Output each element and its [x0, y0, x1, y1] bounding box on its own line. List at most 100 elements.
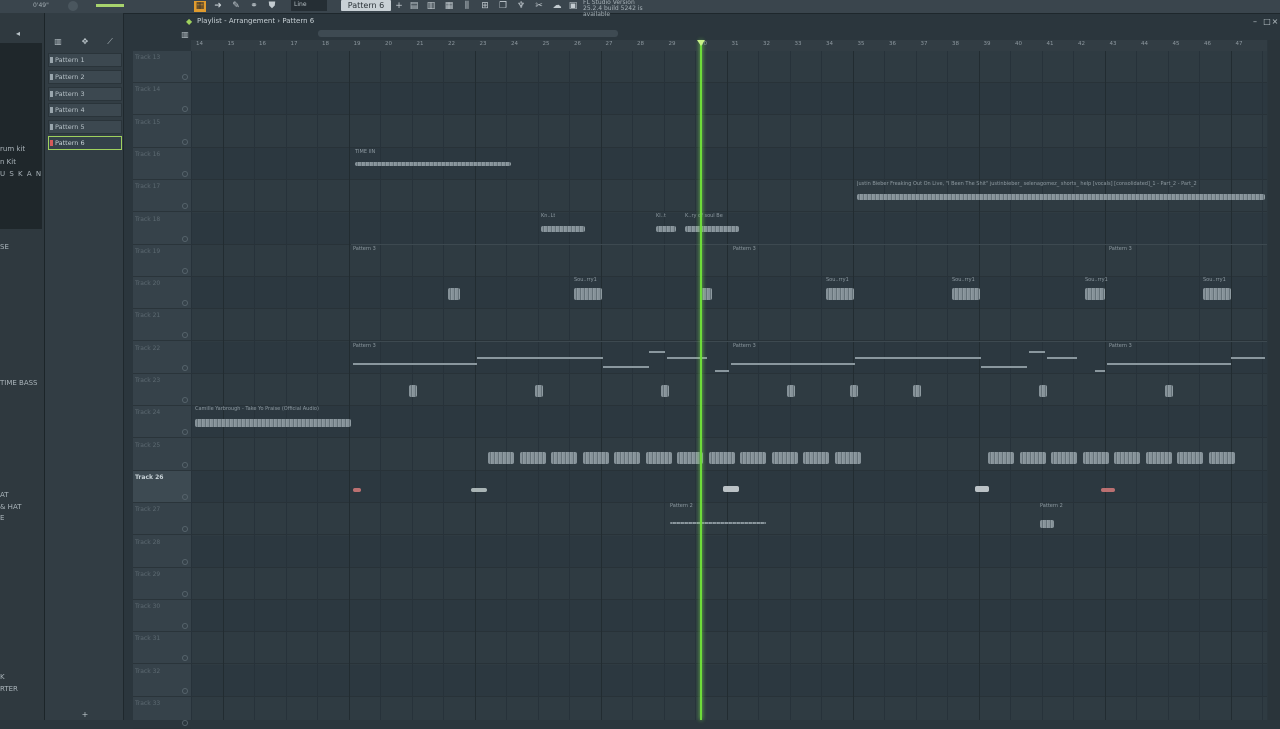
audio-clip[interactable] [1081, 438, 1111, 468]
track-header[interactable]: Track 27 [133, 503, 191, 536]
audio-clip[interactable] [722, 470, 740, 500]
minimize-icon[interactable]: – [1250, 17, 1260, 26]
playlist-icon[interactable]: ▤ [408, 1, 420, 12]
audio-clip[interactable] [612, 438, 642, 468]
track-mute-icon[interactable] [182, 106, 188, 113]
track-header[interactable]: Track 28 [133, 536, 191, 568]
track-header[interactable]: Track 16 [133, 148, 191, 180]
track-header[interactable]: Track 33 [133, 697, 191, 729]
audio-clip[interactable]: Sou..rry1 [1201, 276, 1233, 306]
track-mute-icon[interactable] [182, 74, 188, 80]
playhead-marker-icon[interactable] [697, 40, 705, 46]
track-header[interactable]: Track 25 [133, 439, 191, 471]
audio-clip[interactable]: K..ry of soul Be [683, 212, 741, 242]
horizontal-scrollbar[interactable] [318, 30, 618, 37]
track-mute-icon[interactable] [182, 267, 188, 274]
browser-item[interactable]: & HAT [0, 503, 21, 511]
pattern-item[interactable]: Pattern 3 [48, 87, 122, 101]
track-header[interactable]: Track 15 [133, 116, 191, 148]
audio-clip[interactable] [801, 438, 831, 468]
audio-clip[interactable] [409, 373, 417, 403]
audio-clip[interactable] [535, 373, 543, 403]
track-header[interactable]: Track 22 [133, 342, 191, 374]
track-mute-icon[interactable] [182, 493, 188, 500]
track-mute-icon[interactable] [182, 526, 188, 533]
pattern-picker-icon[interactable]: ▥ [53, 37, 63, 46]
audio-clip[interactable]: Sou..rry1 [950, 276, 982, 306]
add-icon[interactable]: + [80, 710, 90, 719]
master-pitch-slider[interactable] [96, 4, 124, 7]
update-notice[interactable]: FL Studio Version 25.2.4 build 5242 is a… [583, 0, 668, 18]
audio-clip[interactable] [1039, 373, 1047, 403]
audio-clip[interactable]: TIME IIN [353, 148, 513, 178]
pattern-view-icon[interactable]: ▥ [180, 30, 190, 39]
browser-item[interactable]: AT [0, 491, 9, 499]
track-header[interactable]: Track 14 [133, 83, 191, 116]
pattern-clip[interactable]: Pattern 3 [1107, 244, 1267, 274]
track-header[interactable]: Track 24 [133, 406, 191, 439]
track-mute-icon[interactable] [182, 364, 188, 371]
browser-item[interactable]: U S K A N A [0, 170, 51, 178]
pencil-icon[interactable]: ✎ [230, 1, 242, 12]
track-mute-icon[interactable] [182, 332, 188, 339]
track-header[interactable]: Track 20 [133, 277, 191, 310]
track-mute-icon[interactable] [182, 687, 188, 694]
pattern-mode-button[interactable]: ▦ [194, 1, 206, 12]
track-header[interactable]: Track 19 [133, 245, 191, 277]
pattern-clip[interactable]: Pattern 3 [731, 244, 1107, 274]
track-header[interactable]: Track 29 [133, 568, 191, 600]
pattern-clip[interactable]: Pattern 2 [1038, 502, 1130, 532]
audio-clip[interactable] [1100, 470, 1116, 500]
track-mute-icon[interactable] [182, 235, 188, 242]
audio-clip[interactable] [1175, 438, 1205, 468]
pattern-item-selected[interactable]: Pattern 6 [48, 136, 122, 150]
audio-clip[interactable] [446, 276, 462, 306]
pattern-item[interactable]: Pattern 4 [48, 103, 122, 117]
track-header[interactable]: Track 13 [133, 51, 191, 83]
stamp-icon[interactable]: ⛊ [266, 1, 278, 12]
track-header[interactable]: Track 21 [133, 309, 191, 342]
audio-clip[interactable] [352, 470, 362, 500]
track-mute-icon[interactable] [182, 138, 188, 145]
track-header[interactable]: Track 30 [133, 600, 191, 633]
browser-item[interactable]: E [0, 514, 4, 522]
pattern-item[interactable]: Pattern 2 [48, 70, 122, 84]
audio-clip[interactable] [581, 438, 611, 468]
audio-clip[interactable] [850, 373, 858, 403]
plugin-picker-icon[interactable]: ⊞ [479, 1, 491, 12]
link-icon[interactable]: ⚭ [248, 1, 260, 12]
track-mute-icon[interactable] [182, 623, 188, 630]
cloud-icon[interactable]: ☁ [551, 1, 563, 12]
audio-clip[interactable] [986, 438, 1016, 468]
pattern-selector[interactable]: Pattern 6 [341, 0, 391, 11]
arrow-icon[interactable]: ➜ [212, 1, 224, 12]
track-mute-icon[interactable] [182, 461, 188, 468]
browser-item[interactable]: K [0, 673, 5, 681]
audio-clip[interactable] [486, 438, 516, 468]
audio-clip[interactable] [974, 470, 990, 500]
snap-selector[interactable]: Line [291, 0, 327, 11]
track-mute-icon[interactable] [182, 590, 188, 597]
slice-icon[interactable]: ⟋ [105, 37, 115, 46]
mic-icon[interactable]: ♆ [515, 1, 527, 12]
track-header[interactable]: Track 26 [133, 470, 191, 503]
audio-clip[interactable] [549, 438, 579, 468]
channel-rack-icon[interactable]: ▦ [443, 1, 455, 12]
track-mute-icon[interactable] [182, 558, 188, 565]
track-mute-icon[interactable] [182, 170, 188, 177]
audio-clip[interactable]: Kl..t [654, 212, 678, 242]
track-header[interactable]: Track 32 [133, 665, 191, 697]
pattern-clip[interactable]: Pattern 3 [351, 244, 731, 274]
pattern-clip[interactable]: Pattern 3 [1095, 341, 1267, 372]
pattern-clip[interactable]: Pattern 3 [715, 341, 1107, 372]
audio-clip[interactable] [1144, 438, 1174, 468]
audio-clip[interactable]: Sou..rry1 [1083, 276, 1108, 306]
audio-clip[interactable] [1165, 373, 1173, 403]
audio-clip[interactable]: Sou..rry1 [824, 276, 856, 306]
master-volume-knob[interactable] [68, 1, 78, 11]
audio-clip[interactable] [913, 373, 921, 403]
track-header[interactable]: Track 18 [133, 213, 191, 245]
track-mute-icon[interactable] [182, 429, 188, 436]
track-mute-icon[interactable] [182, 655, 188, 662]
tools-icon[interactable]: ✂ [533, 1, 545, 12]
